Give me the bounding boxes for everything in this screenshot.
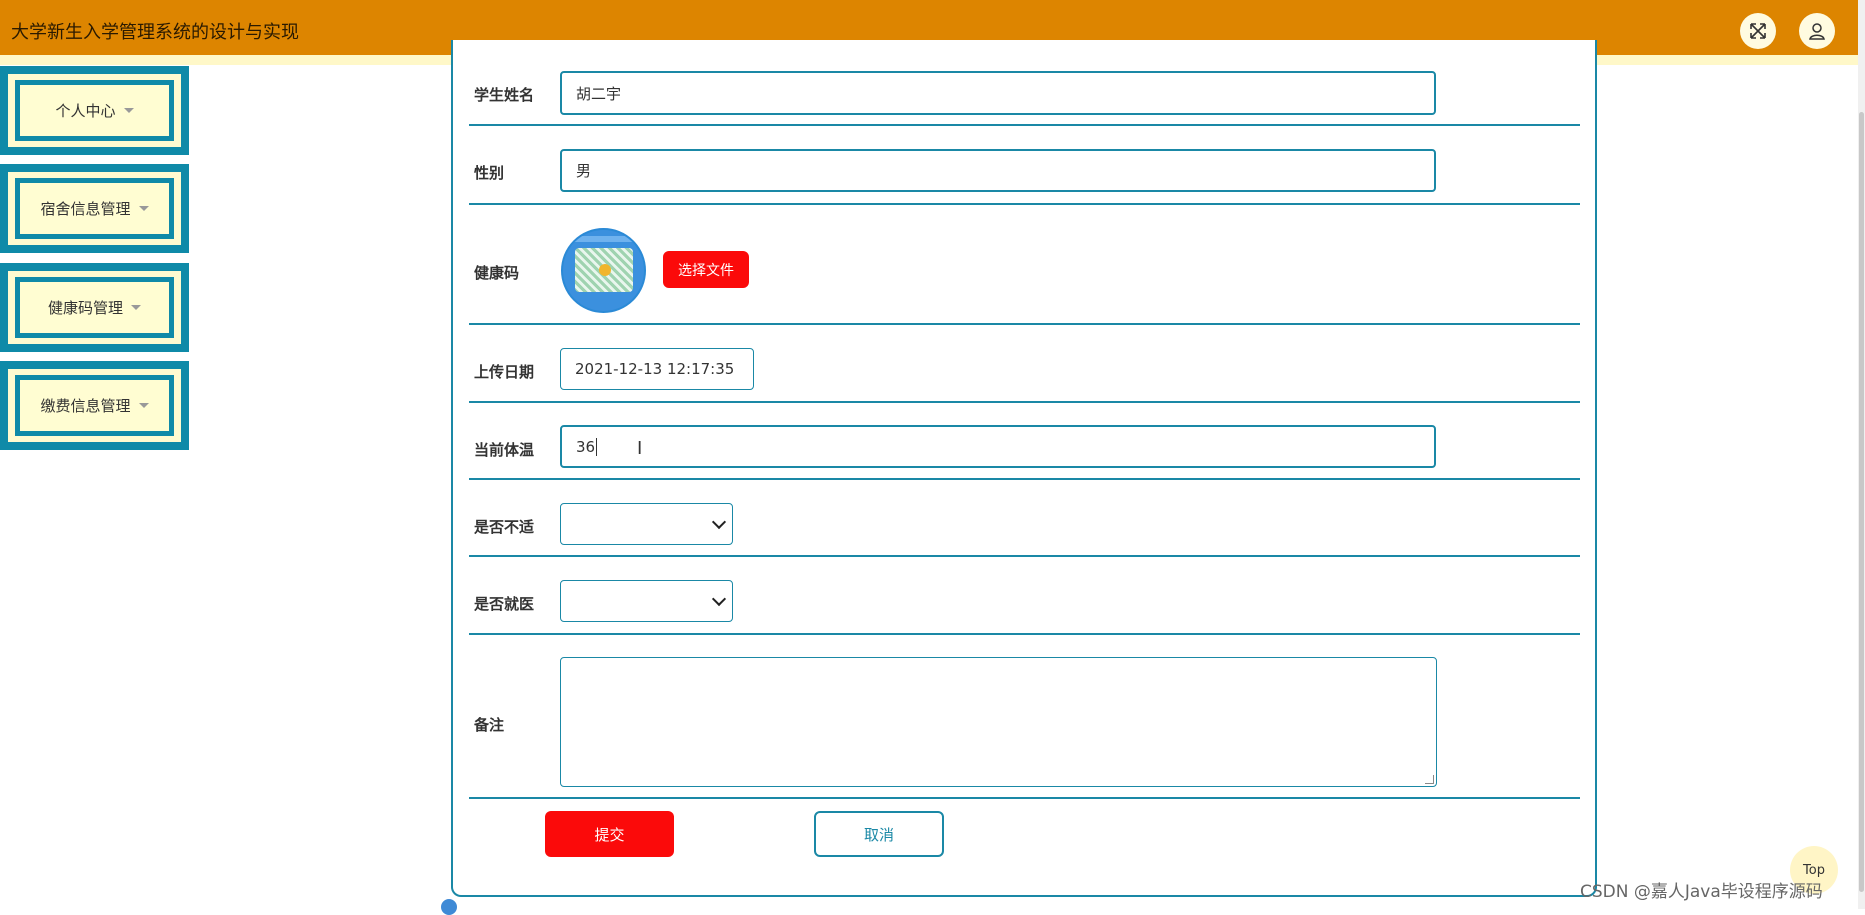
app-title: 大学新生入学管理系统的设计与实现 bbox=[11, 22, 299, 43]
chevron-down-icon bbox=[711, 591, 727, 607]
caret-down-icon bbox=[123, 108, 134, 113]
chevron-down-icon bbox=[711, 514, 727, 530]
temperature-label: 当前体温 bbox=[474, 441, 535, 459]
caret-cursor bbox=[596, 437, 598, 456]
caret-down-icon bbox=[138, 403, 149, 408]
gender-input[interactable]: 男 bbox=[560, 149, 1436, 192]
row-divider bbox=[469, 401, 1580, 403]
health-code-label: 健康码 bbox=[474, 264, 520, 282]
qr-center-dot bbox=[599, 264, 611, 276]
row-divider bbox=[469, 478, 1580, 480]
student-name-label: 学生姓名 bbox=[474, 86, 535, 104]
row-divider bbox=[469, 797, 1580, 799]
scroll-indicator-dot bbox=[441, 899, 457, 915]
sidebar-item-label: 宿舍信息管理 bbox=[40, 200, 131, 218]
image-top-bar bbox=[571, 236, 640, 242]
discomfort-select[interactable] bbox=[560, 503, 733, 545]
row-divider bbox=[469, 633, 1580, 635]
health-code-image bbox=[561, 228, 646, 313]
scrollbar-thumb[interactable] bbox=[1859, 112, 1864, 892]
gender-label: 性别 bbox=[474, 164, 505, 182]
text-cursor-icon: I bbox=[637, 438, 643, 459]
temperature-value: 36 bbox=[576, 437, 596, 456]
medical-label: 是否就医 bbox=[474, 595, 535, 613]
row-divider bbox=[469, 203, 1580, 205]
medical-select[interactable] bbox=[560, 580, 733, 622]
expand-icon bbox=[1750, 23, 1766, 39]
upload-date-label: 上传日期 bbox=[474, 363, 535, 381]
watermark-text: CSDN @嘉人Java毕设程序源码 bbox=[1580, 882, 1823, 902]
sidebar-item-label: 缴费信息管理 bbox=[40, 397, 131, 415]
cancel-button[interactable]: 取消 bbox=[814, 811, 944, 857]
remarks-label: 备注 bbox=[474, 716, 505, 734]
choose-file-button[interactable]: 选择文件 bbox=[663, 251, 749, 288]
caret-down-icon bbox=[131, 305, 141, 310]
user-icon bbox=[1809, 23, 1825, 40]
upload-date-input[interactable]: 2021-12-13 12:17:35 bbox=[560, 348, 754, 390]
sidebar-item-dorm-management[interactable]: 宿舍信息管理 bbox=[0, 164, 189, 253]
sidebar-item-label: 个人中心 bbox=[55, 102, 116, 120]
sidebar-item-label: 健康码管理 bbox=[47, 299, 123, 317]
remarks-textarea[interactable] bbox=[560, 657, 1437, 787]
submit-button[interactable]: 提交 bbox=[545, 811, 674, 857]
caret-down-icon bbox=[138, 206, 149, 211]
discomfort-label: 是否不适 bbox=[474, 518, 535, 536]
sidebar-item-personal-center[interactable]: 个人中心 bbox=[0, 66, 189, 155]
resize-grip-icon[interactable] bbox=[1425, 775, 1434, 784]
sidebar-item-health-code[interactable]: 健康码管理 bbox=[0, 263, 189, 352]
row-divider bbox=[469, 555, 1580, 557]
fullscreen-button[interactable] bbox=[1740, 13, 1776, 49]
row-divider bbox=[469, 323, 1580, 325]
student-name-input[interactable]: 胡二宇 bbox=[560, 71, 1436, 115]
user-menu-button[interactable] bbox=[1799, 13, 1835, 49]
sidebar-item-payment[interactable]: 缴费信息管理 bbox=[0, 361, 189, 450]
temperature-input[interactable]: 36 bbox=[560, 425, 1436, 468]
row-divider bbox=[469, 124, 1580, 126]
